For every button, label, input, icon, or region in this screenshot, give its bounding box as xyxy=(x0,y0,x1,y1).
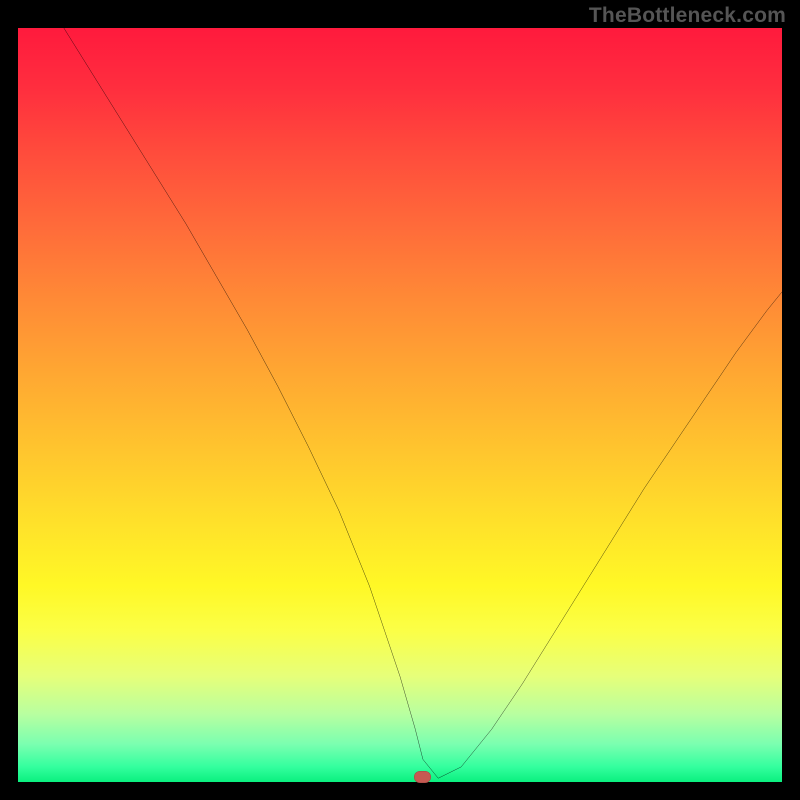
curve-path xyxy=(64,28,782,778)
chart-frame: TheBottleneck.com xyxy=(0,0,800,800)
watermark-text: TheBottleneck.com xyxy=(589,4,786,28)
bottleneck-curve xyxy=(18,28,782,782)
plot-area xyxy=(18,28,782,782)
